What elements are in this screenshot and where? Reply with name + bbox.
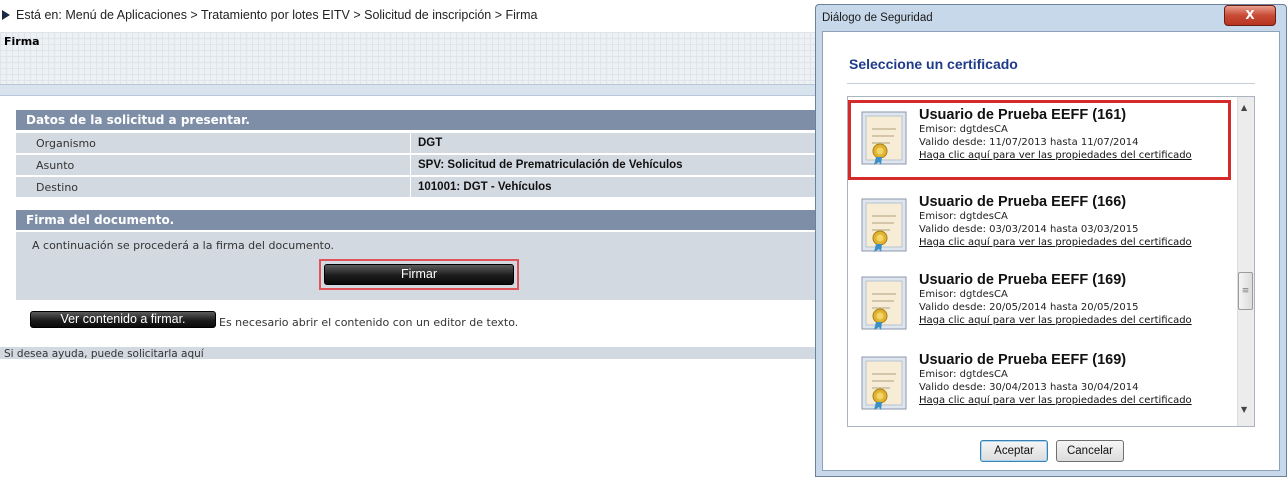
dialog-title: Diálogo de Seguridad <box>822 12 933 24</box>
firma-description: A continuación se procederá a la firma d… <box>32 239 335 252</box>
firmar-button[interactable]: Firmar <box>324 264 514 285</box>
certificate-validity: Valido desde: 30/04/2013 hasta 30/04/201… <box>919 382 1139 393</box>
cancelar-button[interactable]: Cancelar <box>1056 440 1124 462</box>
certificate-properties-link[interactable]: Haga clic aquí para ver las propiedades … <box>919 395 1192 406</box>
row-label-organismo: Organismo <box>36 137 96 150</box>
scroll-up-icon[interactable]: ▲ <box>1241 103 1247 112</box>
certificate-emisor: Emisor: dgtdesCA <box>919 211 1008 222</box>
certificate-icon <box>861 356 907 410</box>
certificate-name: Usuario de Prueba EEFF (169) <box>919 272 1127 288</box>
heading-divider <box>847 83 1255 84</box>
row-separator <box>410 155 411 176</box>
certificate-properties-link[interactable]: Haga clic aquí para ver las propiedades … <box>919 315 1192 326</box>
divider <box>0 84 830 96</box>
certificate-name: Usuario de Prueba EEFF (166) <box>919 194 1127 210</box>
scroll-down-icon[interactable]: ▼ <box>1241 405 1247 414</box>
certificate-icon <box>861 198 907 252</box>
ver-contenido-button[interactable]: Ver contenido a firmar. <box>30 311 216 328</box>
row-value-organismo: DGT <box>418 137 443 149</box>
certificate-emisor: Emisor: dgtdesCA <box>919 369 1008 380</box>
row-label-destino: Destino <box>36 181 79 194</box>
certificate-item[interactable]: Usuario de Prueba EEFF (169) Emisor: dgt… <box>850 345 1236 425</box>
row-separator <box>410 177 411 198</box>
row-value-destino: 101001: DGT - Vehículos <box>418 181 552 193</box>
list-scrollbar[interactable] <box>1237 97 1254 426</box>
certificate-validity: Valido desde: 20/05/2014 hasta 20/05/201… <box>919 302 1139 313</box>
firma-section-header: Firma del documento. <box>16 210 830 230</box>
certificate-properties-link[interactable]: Haga clic aquí para ver las propiedades … <box>919 237 1192 248</box>
certificate-name: Usuario de Prueba EEFF (169) <box>919 352 1127 368</box>
page-title: Firma <box>4 35 40 48</box>
row-separator <box>410 133 411 154</box>
row-value-asunto: SPV: Solicitud de Prematriculación de Ve… <box>418 159 683 171</box>
help-link[interactable]: Si desea ayuda, puede solicitarla aquí <box>4 348 204 360</box>
row-label-asunto: Asunto <box>36 159 75 172</box>
close-button[interactable]: X <box>1224 5 1276 26</box>
selection-highlight <box>848 100 1231 180</box>
ver-contenido-note: Es necesario abrir el contenido con un e… <box>219 316 519 329</box>
dialog-heading: Seleccione un certificado <box>849 56 1018 72</box>
aceptar-button[interactable]: Aceptar <box>980 440 1048 462</box>
certificate-item[interactable]: Usuario de Prueba EEFF (166) Emisor: dgt… <box>850 187 1236 267</box>
datos-section-header: Datos de la solicitud a presentar. <box>16 110 830 130</box>
scroll-thumb[interactable]: ≡ <box>1238 272 1253 310</box>
breadcrumb-text: Está en: Menú de Aplicaciones > Tratamie… <box>16 8 538 22</box>
certificate-emisor: Emisor: dgtdesCA <box>919 289 1008 300</box>
certificate-item[interactable]: Usuario de Prueba EEFF (169) Emisor: dgt… <box>850 265 1236 345</box>
title-bar <box>0 32 830 84</box>
certificate-validity: Valido desde: 03/03/2014 hasta 03/03/201… <box>919 224 1139 235</box>
breadcrumb-arrow-icon <box>2 9 10 20</box>
certificate-icon <box>861 276 907 330</box>
breadcrumb: Está en: Menú de Aplicaciones > Tratamie… <box>0 4 537 26</box>
